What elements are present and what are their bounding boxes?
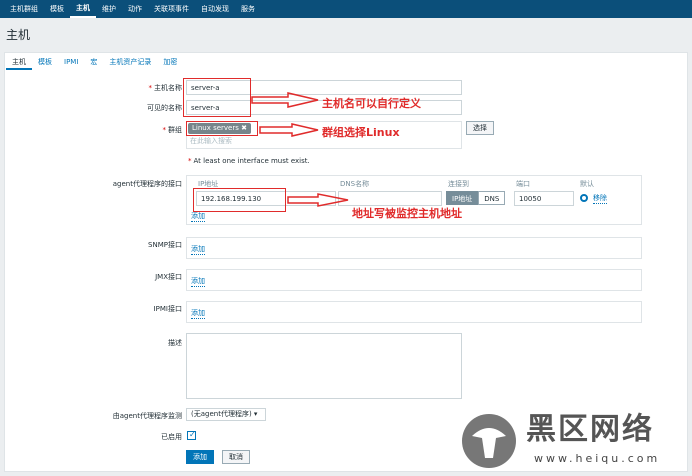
watermark-url: www.heiqu.com (534, 452, 661, 465)
group-annotation: 群组选择Linux (322, 126, 400, 139)
watermark-brand: 黑区网络 (526, 412, 654, 447)
annotation-arrows (251, 92, 349, 207)
hostname-arrow-icon (251, 92, 319, 108)
ip-annotation: 地址写被监控主机地址 (352, 207, 462, 220)
watermark-logo-icon (462, 414, 516, 468)
group-arrow-icon (259, 123, 319, 137)
hostname-annotation: 主机名可以自行定义 (322, 97, 421, 110)
ip-arrow-icon (287, 193, 349, 207)
